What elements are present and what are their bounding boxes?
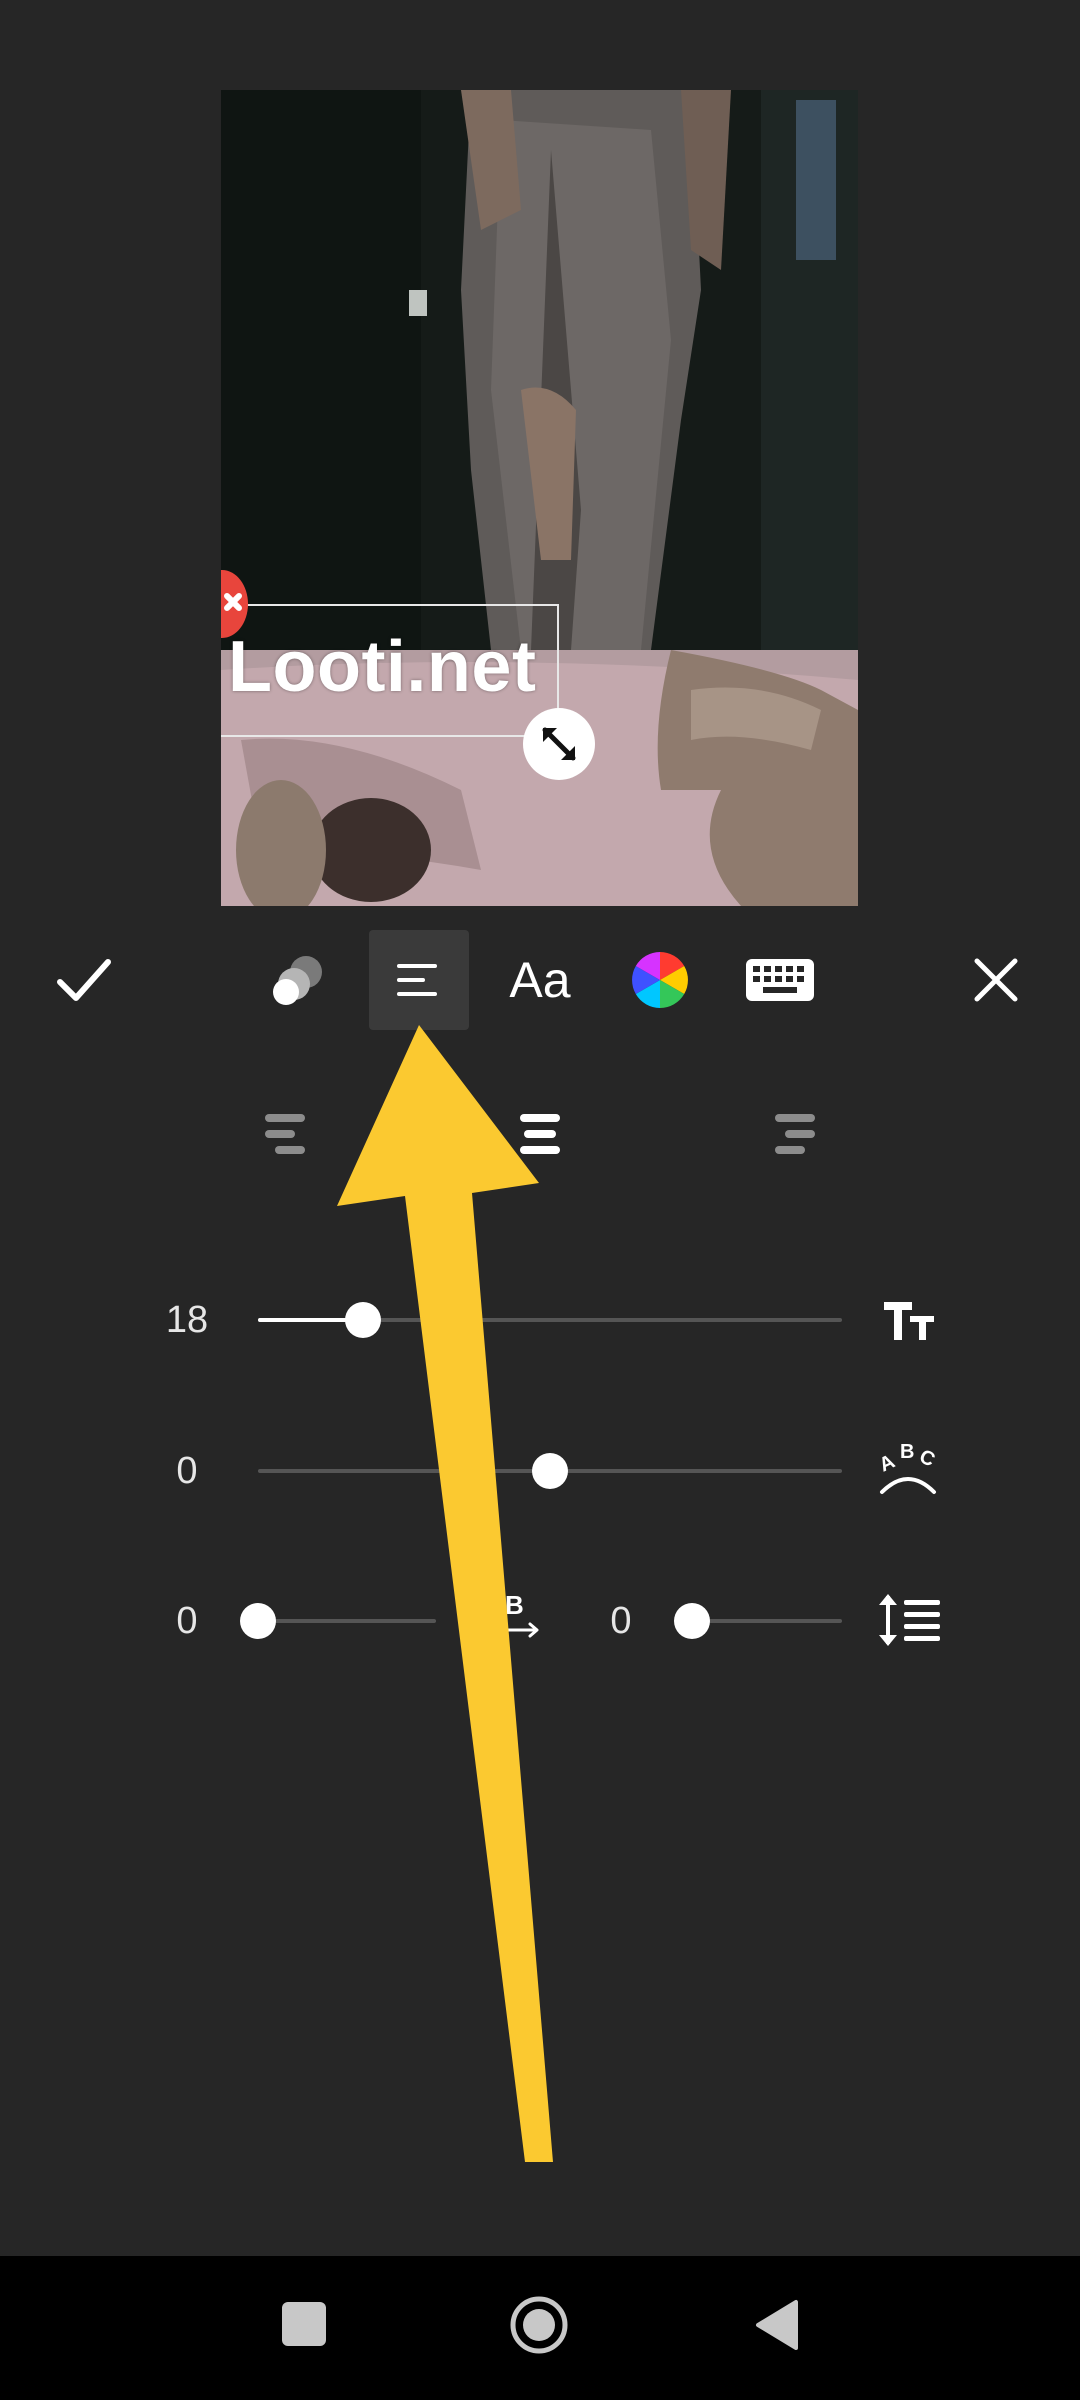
align-center-option[interactable] — [510, 1106, 570, 1166]
line-spacing-icon — [874, 1590, 944, 1650]
confirm-button[interactable] — [34, 930, 134, 1030]
align-left-option[interactable] — [255, 1106, 315, 1166]
color-wheel-icon — [632, 952, 688, 1008]
font-tool-label: Aa — [509, 952, 571, 1008]
align-center-icon — [520, 1114, 560, 1154]
close-button[interactable] — [946, 930, 1046, 1030]
align-left-icon — [265, 1114, 305, 1154]
home-button[interactable] — [509, 2295, 569, 2355]
text-size-icon — [878, 1290, 938, 1350]
svg-text:A: A — [876, 1450, 898, 1476]
opacity-tool-button[interactable] — [248, 930, 348, 1030]
align-right-option[interactable] — [765, 1106, 825, 1166]
svg-text:B: B — [900, 1441, 914, 1463]
font-tool-button[interactable]: Aa — [490, 930, 590, 1030]
resize-overlay-button[interactable] — [523, 708, 595, 780]
text-curve-icon: A B C — [872, 1440, 944, 1500]
home-circle-icon — [510, 2296, 568, 2354]
align-left-icon — [397, 964, 437, 996]
line-spacing-slider[interactable] — [674, 1603, 842, 1639]
back-button[interactable] — [752, 2298, 802, 2352]
recents-button[interactable] — [282, 2302, 326, 2346]
letter-spacing-value: 0 — [176, 1600, 198, 1642]
line-spacing-value: 0 — [610, 1600, 632, 1642]
curve-slider[interactable] — [258, 1453, 842, 1489]
letter-spacing-slider-thumb[interactable] — [240, 1603, 276, 1639]
video-preview[interactable] — [221, 90, 858, 906]
svg-text:B: B — [505, 1590, 524, 1620]
curve-slider-thumb[interactable] — [532, 1453, 568, 1489]
align-right-icon — [775, 1114, 815, 1154]
font-size-value: 18 — [165, 1299, 209, 1341]
back-triangle-icon — [756, 2300, 798, 2350]
curve-value: 0 — [176, 1450, 198, 1492]
opacity-circles-icon — [273, 956, 322, 1005]
alignment-tool-button[interactable] — [369, 930, 469, 1030]
letter-spacing-icon: B — [497, 1588, 547, 1648]
overlay-text[interactable]: Looti.net — [228, 626, 536, 708]
checkmark-icon — [57, 959, 111, 1001]
svg-text:C: C — [916, 1445, 938, 1471]
close-icon — [974, 958, 1018, 1002]
letter-spacing-slider[interactable] — [240, 1603, 436, 1639]
line-spacing-slider-thumb[interactable] — [674, 1603, 710, 1639]
resize-arrows-icon — [542, 727, 576, 761]
font-size-slider-thumb[interactable] — [345, 1302, 382, 1338]
font-size-slider[interactable] — [258, 1302, 842, 1338]
keyboard-tool-button[interactable] — [730, 930, 830, 1030]
color-tool-button[interactable] — [610, 930, 710, 1030]
system-nav-bar — [0, 2256, 1080, 2400]
keyboard-icon — [746, 959, 814, 1001]
